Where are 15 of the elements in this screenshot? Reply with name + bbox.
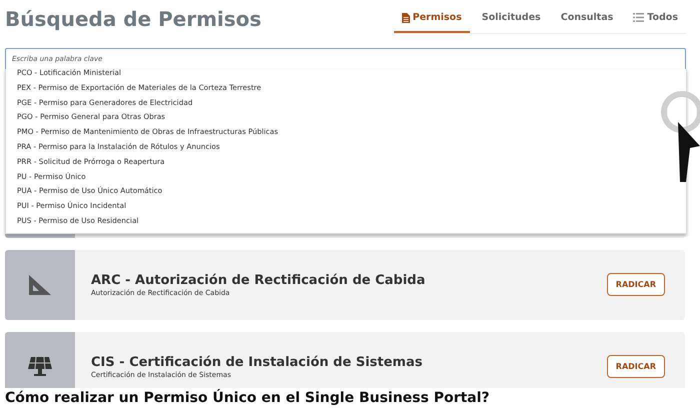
list-icon — [633, 13, 644, 22]
loading-spinner-icon — [660, 90, 700, 134]
page-title: Búsqueda de Permisos — [5, 6, 262, 32]
solar-panel-icon — [28, 356, 52, 376]
section-heading: Cómo realizar un Permiso Único en el Single Business Portal? — [5, 388, 686, 406]
tab[interactable]: Consultas — [552, 9, 622, 33]
radicar-button[interactable]: RADICAR — [606, 273, 665, 296]
cursor-icon — [678, 122, 700, 182]
card-title: ARC - Autorización de Rectificación de Cabida — [91, 272, 426, 288]
card-title: CIS - Certificación de Instalación de Sistemas — [91, 354, 424, 370]
tab[interactable]: Todos — [625, 9, 686, 33]
tab[interactable]: Solicitudes — [474, 9, 549, 33]
radicar-button[interactable]: RADICAR — [606, 355, 665, 378]
tab[interactable]: Permisos — [394, 9, 470, 33]
document-icon — [402, 12, 410, 22]
